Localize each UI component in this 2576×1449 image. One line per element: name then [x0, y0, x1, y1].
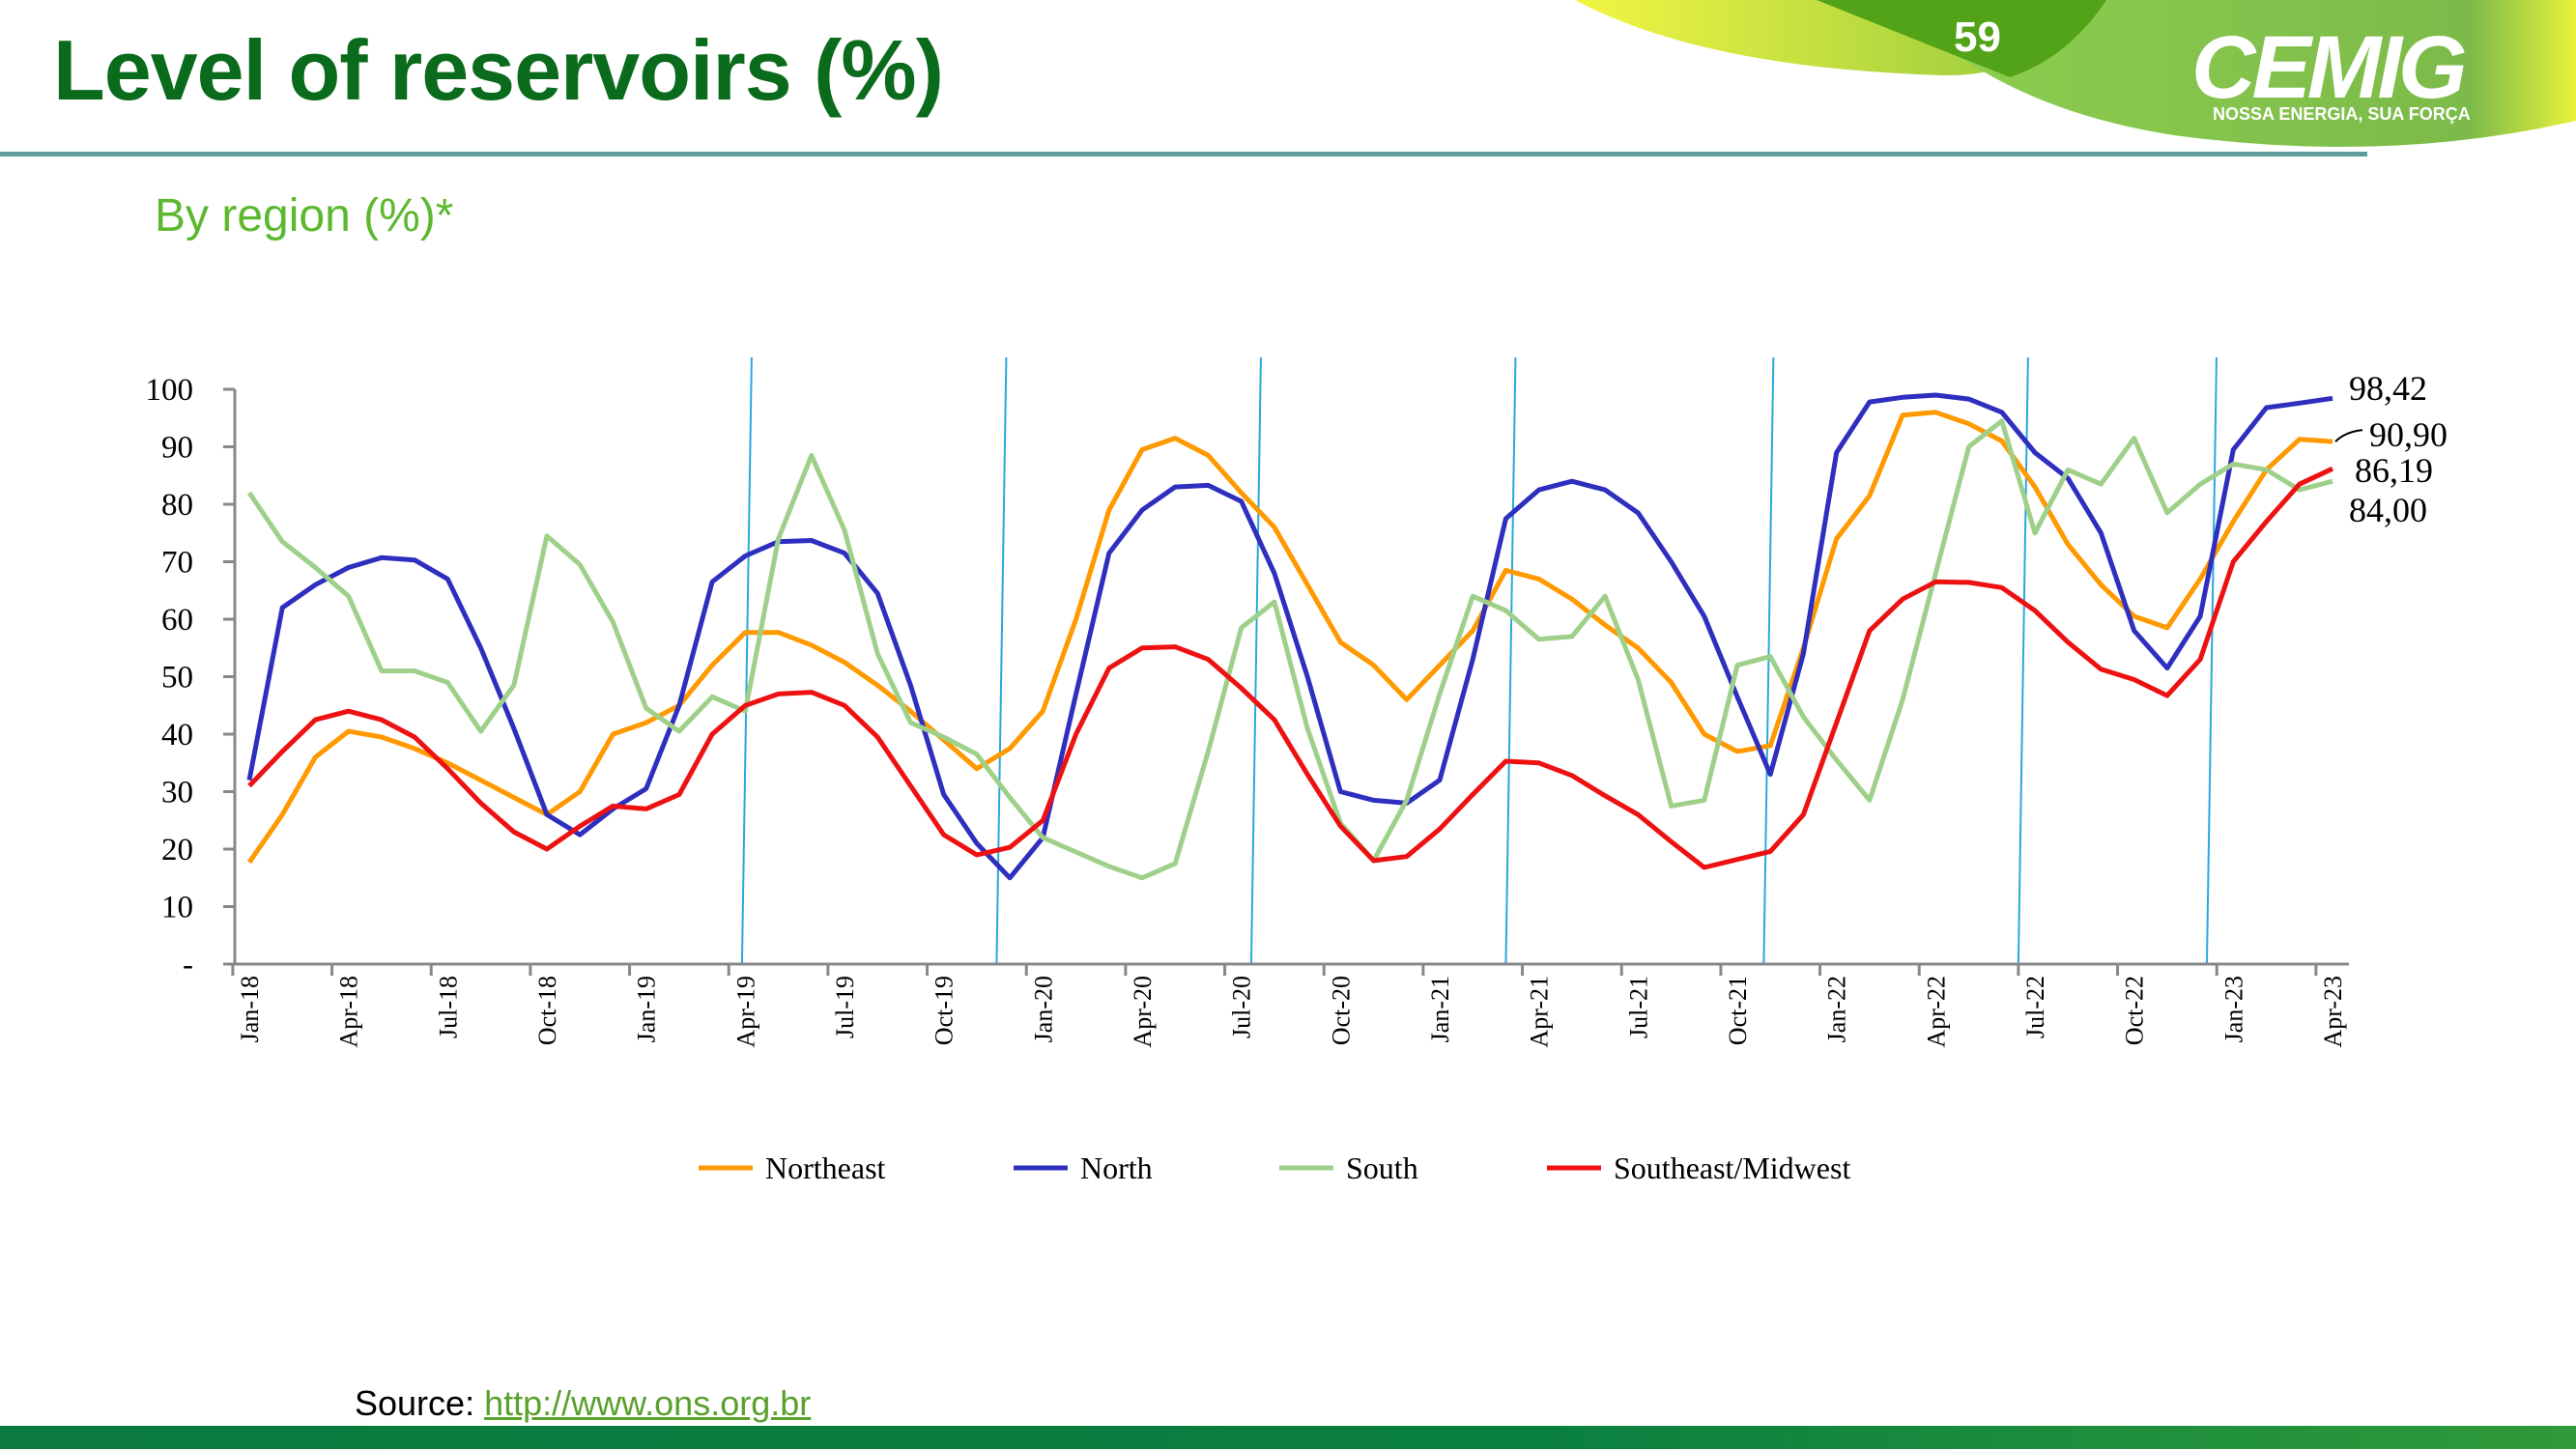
chart-legend: Northeast North South Southeast/Midwest	[699, 1151, 1850, 1185]
end-value-label: 98,42	[2349, 369, 2427, 408]
legend-item: South	[1279, 1151, 1418, 1185]
x-tick-label: Jul-20	[1228, 976, 1256, 1038]
source-note: Source: http://www.ons.org.br	[355, 1383, 811, 1424]
end-value-label: 86,19	[2355, 451, 2433, 490]
legend-label: Southeast/Midwest	[1614, 1151, 1850, 1185]
x-tick-label: Jan-20	[1029, 976, 1057, 1042]
x-tick-label: Oct-19	[930, 976, 959, 1045]
legend-item: North	[1014, 1151, 1153, 1185]
x-tick-label: Apr-23	[2319, 976, 2347, 1048]
legend-label: North	[1080, 1151, 1153, 1185]
vertical-marker-lines	[740, 356, 2218, 965]
x-tick-label: Apr-18	[335, 976, 363, 1048]
x-tick-label: Jan-18	[236, 976, 264, 1042]
y-tick-label: 70	[161, 546, 193, 581]
y-tick-label: 90	[161, 431, 193, 466]
vertical-marker-line	[1504, 356, 1517, 965]
bottom-bar	[0, 1426, 2576, 1449]
source-link[interactable]: http://www.ons.org.br	[484, 1383, 811, 1423]
x-tick-label: Jan-19	[633, 976, 661, 1042]
x-tick-label: Apr-22	[1922, 976, 1950, 1048]
legend-item: Northeast	[699, 1151, 886, 1185]
source-label: Source:	[355, 1383, 475, 1423]
x-tick-label: Jul-19	[831, 976, 859, 1038]
end-labels: 90,90 98,42 84,0086,19	[2334, 369, 2447, 529]
x-tick-label: Jan-21	[1426, 976, 1454, 1042]
x-tick-label: Jul-21	[1624, 976, 1652, 1038]
reservoir-line-chart: - 10 20 30 40 50 60 70 80 90 100 Jan-18 Apr-18 Jul-18…	[146, 356, 2447, 1185]
y-tick-label: -	[183, 948, 193, 982]
x-tick-label: Oct-21	[1724, 976, 1752, 1045]
y-tick-label: 10	[161, 891, 193, 925]
legend-item: Southeast/Midwest	[1547, 1151, 1850, 1185]
legend-label: South	[1346, 1151, 1418, 1185]
x-tick-label: Jul-18	[434, 976, 462, 1038]
y-tick-label: 30	[161, 776, 193, 810]
y-tick-label: 50	[161, 661, 193, 696]
vertical-marker-line	[2205, 356, 2218, 965]
legend-label: Northeast	[765, 1151, 886, 1185]
y-tick-label: 100	[146, 373, 194, 408]
x-tick-label: Apr-21	[1526, 976, 1554, 1048]
x-tick-label: Oct-22	[2121, 976, 2149, 1045]
x-tick-label: Apr-20	[1129, 976, 1157, 1048]
leader-line	[2334, 429, 2363, 442]
y-tick-label: 80	[161, 488, 193, 523]
end-value-label: 84,00	[2349, 491, 2427, 529]
x-tick-label: Jul-22	[2021, 976, 2049, 1038]
vertical-marker-line	[740, 356, 753, 965]
x-tick-label: Jan-23	[2219, 976, 2247, 1042]
x-tick-label: Oct-20	[1327, 976, 1355, 1045]
y-tick-label: 40	[161, 718, 193, 753]
end-value-label: 90,90	[2369, 415, 2447, 454]
y-tick-label: 60	[161, 603, 193, 638]
x-tick-label: Oct-18	[533, 976, 561, 1045]
y-tick-label: 20	[161, 833, 193, 867]
vertical-marker-line	[1249, 356, 1262, 965]
x-tick-label: Jan-22	[1823, 976, 1851, 1042]
x-tick-label: Apr-19	[731, 976, 759, 1048]
vertical-marker-line	[2017, 356, 2029, 965]
